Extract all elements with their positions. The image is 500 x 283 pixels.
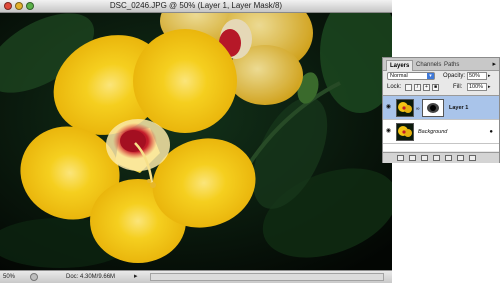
image-canvas[interactable] (0, 13, 392, 270)
tab-paths[interactable]: Paths (441, 60, 462, 70)
lock-icon: ● (489, 129, 493, 135)
document-size: Doc: 4.30M/9.66M (66, 274, 116, 280)
layer-list: ◉ ∞ Layer 1 ◉ Background ● (383, 95, 499, 151)
layer-row-background[interactable]: ◉ Background ● (383, 120, 499, 144)
trash-icon[interactable] (469, 155, 476, 161)
lock-pixels-icon[interactable]: / (414, 84, 421, 91)
opacity-label: Opacity: (443, 73, 466, 79)
layer-row-layer-1[interactable]: ◉ ∞ Layer 1 (383, 96, 499, 120)
tab-channels[interactable]: Channels (413, 60, 444, 70)
tab-layers[interactable]: Layers (386, 60, 414, 71)
layers-panel: Layers Channels Paths ▸ Normal ▾ Opacity… (382, 57, 500, 163)
blend-dropdown-icon[interactable]: ▾ (427, 73, 434, 79)
panel-tab-bar: Layers Channels Paths ▸ (383, 58, 499, 71)
layer-name[interactable]: Background (418, 128, 447, 136)
lock-label: Lock: (387, 84, 402, 90)
blend-mode-select[interactable]: Normal ▾ (387, 72, 435, 80)
eye-icon[interactable]: ◉ (385, 104, 392, 110)
status-icon[interactable] (30, 273, 38, 281)
adjustment-icon[interactable] (433, 155, 440, 161)
blend-mode-value: Normal (390, 73, 408, 79)
zoom-level[interactable]: 50% (3, 273, 25, 281)
fx-icon[interactable] (409, 155, 416, 161)
title-bar[interactable]: DSC_0246.JPG @ 50% (Layer 1, Layer Mask/… (0, 0, 392, 13)
lock-all-icon[interactable]: ■ (432, 84, 439, 91)
horizontal-scrollbar[interactable] (150, 273, 384, 281)
document-title: DSC_0246.JPG @ 50% (Layer 1, Layer Mask/… (109, 1, 283, 10)
opacity-slider-icon[interactable]: ▸ (488, 73, 491, 79)
folder-icon[interactable] (445, 155, 452, 161)
new-layer-icon[interactable] (457, 155, 464, 161)
lock-row: Lock: / + ■ Fill: 100% ▸ (383, 82, 499, 93)
layer-thumbnail[interactable] (396, 99, 414, 117)
lock-position-icon[interactable]: + (423, 84, 430, 91)
panel-menu-icon[interactable]: ▸ (492, 60, 496, 69)
layer-mask-thumbnail[interactable] (422, 99, 444, 117)
layer-thumbnail[interactable] (396, 123, 414, 141)
hibiscus-photo (0, 13, 392, 270)
chain-link-icon[interactable]: ∞ (416, 106, 420, 112)
opacity-field[interactable]: 50% (467, 72, 487, 80)
fill-slider-icon[interactable]: ▸ (488, 84, 491, 90)
fill-label: Fill: (453, 84, 463, 90)
mask-icon[interactable] (421, 155, 428, 161)
fill-field[interactable]: 100% (467, 83, 487, 91)
blend-row: Normal ▾ Opacity: 50% ▸ (383, 71, 499, 82)
layer-name[interactable]: Layer 1 (449, 104, 468, 112)
document-window: DSC_0246.JPG @ 50% (Layer 1, Layer Mask/… (0, 0, 392, 283)
status-bar: 50% Doc: 4.30M/9.66M ▸ (0, 270, 392, 283)
lock-transparency-icon[interactable] (405, 84, 412, 91)
status-menu-arrow-icon[interactable]: ▸ (134, 272, 138, 282)
link-icon[interactable] (397, 155, 404, 161)
panel-footer (383, 152, 499, 163)
eye-icon[interactable]: ◉ (385, 128, 392, 134)
